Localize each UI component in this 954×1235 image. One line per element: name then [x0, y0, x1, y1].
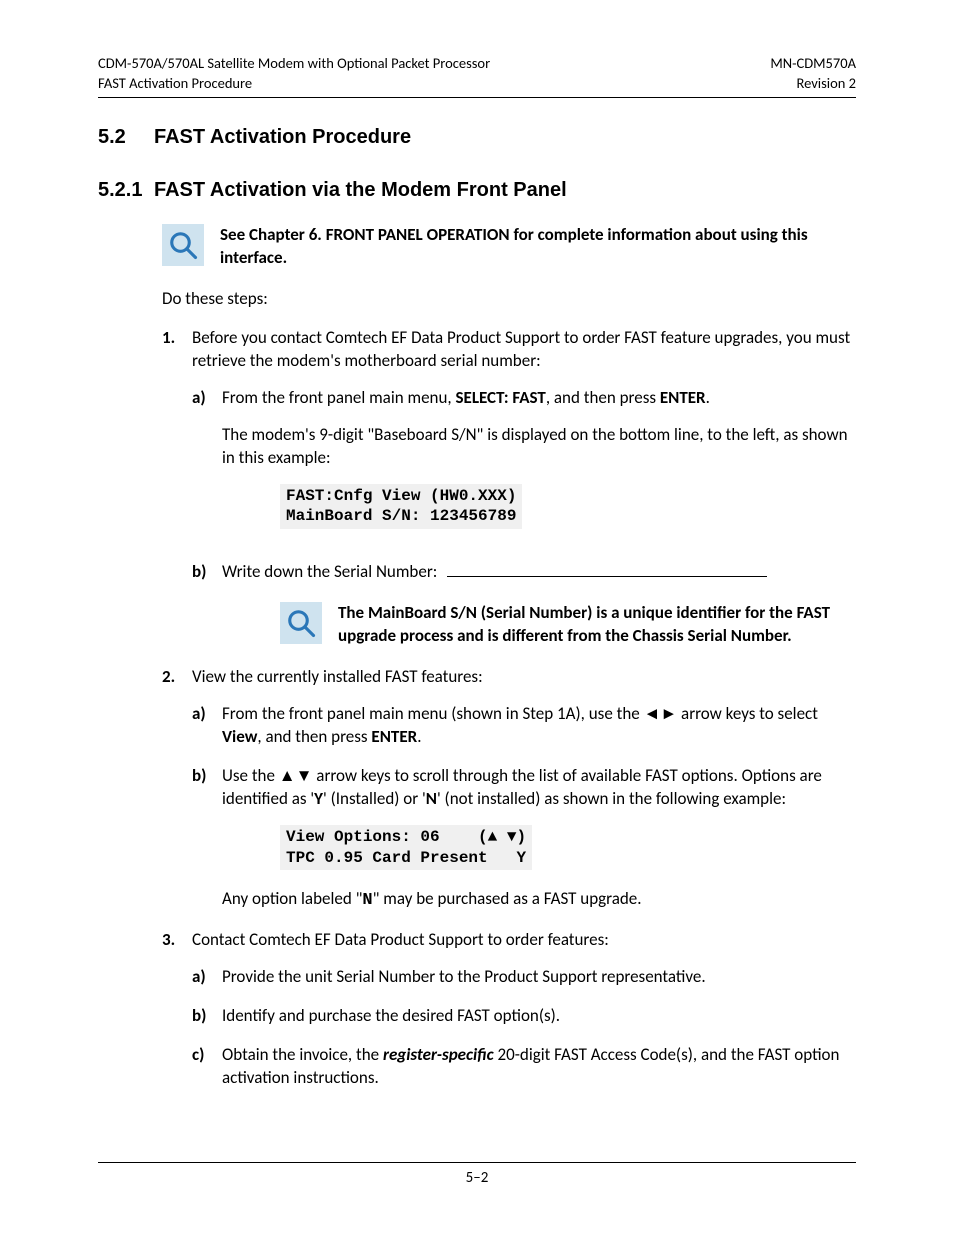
section-number: 5.2: [98, 126, 154, 149]
step-3: Contact Comtech EF Data Product Support …: [162, 929, 856, 1090]
step-1b: Write down the Serial Number: The MainBo…: [192, 561, 856, 648]
step-3b: Identify and purchase the desired FAST o…: [192, 1005, 856, 1028]
step-1: Before you contact Comtech EF Data Produ…: [162, 327, 856, 648]
magnifier-icon: [162, 224, 204, 266]
step-1a-para2: The modem's 9-digit "Baseboard S/N" is d…: [222, 424, 856, 470]
document-page: CDM-570A/570AL Satellite Modem with Opti…: [0, 0, 954, 1235]
magnifier-icon: [280, 602, 322, 644]
step-2-text: View the currently installed FAST featur…: [192, 666, 483, 687]
page-footer: 5–2: [98, 1162, 856, 1187]
inner-note-text: The MainBoard S/N (Serial Number) is a u…: [338, 602, 856, 648]
step-1-text: Before you contact Comtech EF Data Produ…: [192, 327, 850, 371]
subsection-heading: 5.2.1FAST Activation via the Modem Front…: [98, 179, 856, 202]
page-number: 5–2: [466, 1169, 489, 1187]
note-text: See Chapter 6. FRONT PANEL OPERATION for…: [220, 224, 856, 270]
inner-info-note: The MainBoard S/N (Serial Number) is a u…: [280, 602, 856, 648]
serial-number-blank: [447, 576, 767, 577]
step-2b-tail: Any option labeled "N" may be purchased …: [222, 888, 856, 913]
step-1a: From the front panel main menu, SELECT: …: [192, 387, 856, 533]
intro-text: Do these steps:: [162, 288, 856, 311]
header-right-line2: Revision 2: [770, 74, 856, 94]
subsection-title: FAST Activation via the Modem Front Pane…: [154, 179, 567, 201]
subsection-number: 5.2.1: [98, 179, 154, 202]
page-header: CDM-570A/570AL Satellite Modem with Opti…: [98, 54, 856, 98]
step-2: View the currently installed FAST featur…: [162, 666, 856, 913]
section-heading: 5.2FAST Activation Procedure: [98, 126, 856, 149]
lcd-example-1: FAST:Cnfg View (HW0.XXX) MainBoard S/N: …: [280, 484, 522, 530]
header-right-line1: MN-CDM570A: [770, 54, 856, 74]
info-note: See Chapter 6. FRONT PANEL OPERATION for…: [162, 224, 856, 270]
step-2a: From the front panel main menu (shown in…: [192, 703, 856, 749]
body-content: See Chapter 6. FRONT PANEL OPERATION for…: [162, 224, 856, 1090]
step-3a: Provide the unit Serial Number to the Pr…: [192, 966, 856, 989]
header-left-line2: FAST Activation Procedure: [98, 74, 490, 94]
step-2b: Use the ▲▼ arrow keys to scroll through …: [192, 765, 856, 913]
step-3c: Obtain the invoice, the register-specifi…: [192, 1044, 856, 1090]
steps-list: Before you contact Comtech EF Data Produ…: [162, 327, 856, 1090]
section-title: FAST Activation Procedure: [154, 126, 411, 148]
header-left-line1: CDM-570A/570AL Satellite Modem with Opti…: [98, 54, 490, 74]
step-3-text: Contact Comtech EF Data Product Support …: [192, 929, 609, 950]
lcd-example-2: View Options: 06 (▲ ▼) TPC 0.95 Card Pre…: [280, 825, 532, 871]
